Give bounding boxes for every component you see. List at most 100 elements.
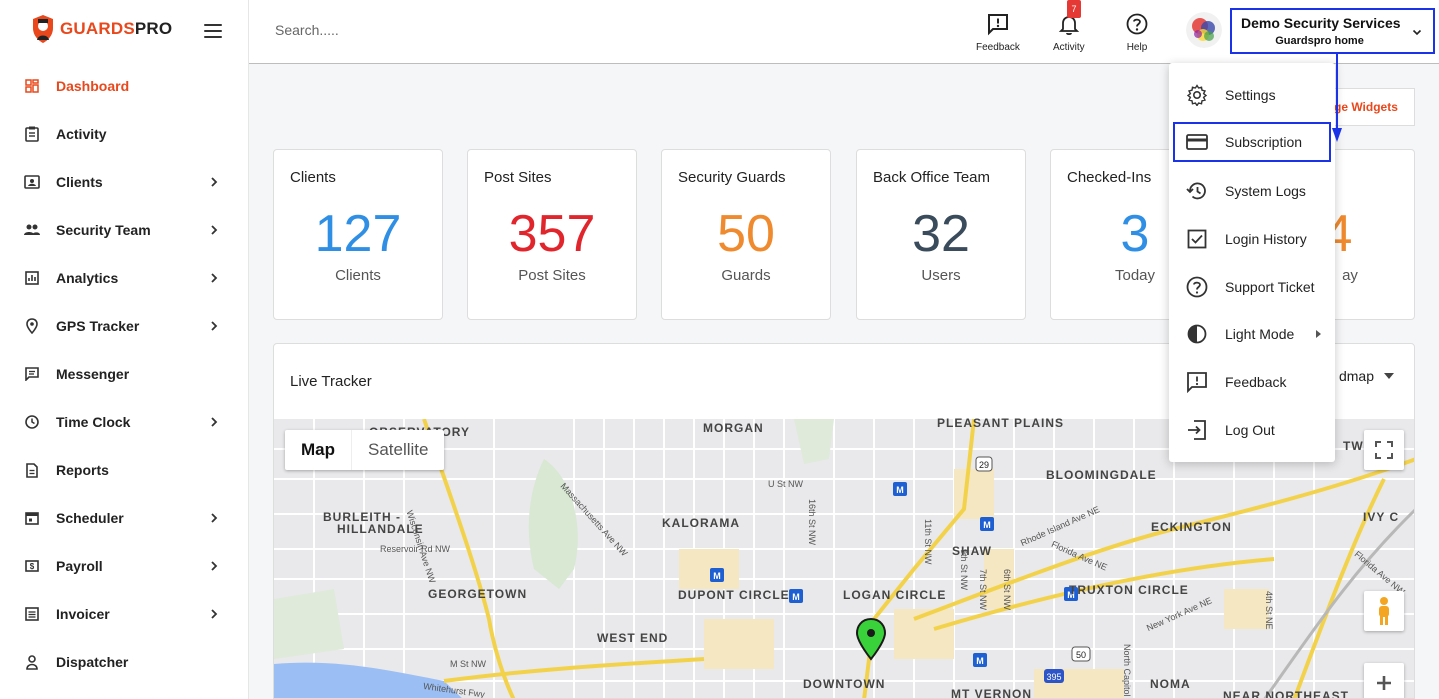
- help-button[interactable]: Help: [1125, 12, 1149, 53]
- stat-card-subtitle: Post Sites: [518, 267, 586, 284]
- sidebar-item-label: Scheduler: [56, 510, 124, 526]
- sidebar-item-reports[interactable]: Reports: [0, 446, 249, 494]
- sidebar-nav: Dashboard Activity Clients Security Team…: [0, 62, 249, 686]
- avatar[interactable]: [1186, 12, 1222, 48]
- sidebar-item-scheduler[interactable]: Scheduler: [0, 494, 249, 542]
- checkbox-icon: [1186, 228, 1208, 250]
- map-label: IVY C: [1363, 510, 1400, 524]
- stat-card-back-office-team[interactable]: Back Office Team 32 Users: [856, 149, 1026, 320]
- menu-item-label: Support Ticket: [1225, 279, 1315, 295]
- map-label: TRUXTON CIRCLE: [1069, 583, 1189, 597]
- menu-toggle-icon[interactable]: [204, 24, 222, 38]
- svg-text:$: $: [30, 562, 35, 571]
- activity-button[interactable]: 7 Activity: [1053, 0, 1085, 53]
- sidebar-item-analytics[interactable]: Analytics: [0, 254, 249, 302]
- menu-item-login-history[interactable]: Login History: [1169, 219, 1335, 259]
- feedback-icon: [1186, 371, 1208, 393]
- menu-item-support-ticket[interactable]: Support Ticket: [1169, 267, 1335, 307]
- menu-item-feedback[interactable]: Feedback: [1169, 362, 1335, 402]
- menu-item-light-mode[interactable]: Light Mode: [1169, 314, 1335, 354]
- sidebar-item-label: Activity: [56, 126, 107, 142]
- stat-card-subtitle: Clients: [335, 267, 381, 284]
- menu-item-label: Light Mode: [1225, 326, 1295, 342]
- stat-card-subtitle: Guards: [721, 267, 771, 284]
- sidebar-item-dispatcher[interactable]: Dispatcher: [0, 638, 249, 686]
- sidebar-item-dashboard[interactable]: Dashboard: [0, 62, 249, 110]
- sidebar-item-label: GPS Tracker: [56, 318, 140, 334]
- clock-icon: [24, 414, 40, 430]
- contrast-icon: [1186, 323, 1208, 345]
- person-icon: [24, 654, 40, 670]
- street-label: M St NW: [450, 659, 486, 669]
- svg-text:M: M: [983, 520, 991, 530]
- map-style-select[interactable]: dmap: [1339, 368, 1394, 384]
- activity-count-badge: 7: [1067, 0, 1081, 18]
- caret-right-icon: [1316, 330, 1321, 338]
- guard-badge-icon: [33, 15, 53, 43]
- stat-card-security-guards[interactable]: Security Guards 50 Guards: [661, 149, 831, 320]
- feedback-button[interactable]: Feedback: [976, 12, 1020, 53]
- sidebar-item-time-clock[interactable]: Time Clock: [0, 398, 249, 446]
- manage-widgets-button[interactable]: ge Widgets: [1326, 88, 1415, 126]
- street-label: North Capitol: [1122, 644, 1132, 697]
- search-input[interactable]: [275, 22, 575, 38]
- help-label: Help: [1126, 42, 1148, 53]
- fullscreen-button[interactable]: [1364, 430, 1404, 470]
- chevron-right-icon: [211, 225, 218, 235]
- sidebar-item-security-team[interactable]: Security Team: [0, 206, 249, 254]
- sidebar-item-messenger[interactable]: Messenger: [0, 350, 249, 398]
- sidebar-item-label: Security Team: [56, 222, 151, 238]
- sidebar-item-invoicer[interactable]: Invoicer: [0, 590, 249, 638]
- menu-item-subscription[interactable]: Subscription: [1173, 122, 1331, 162]
- sidebar-item-activity[interactable]: Activity: [0, 110, 249, 158]
- menu-item-log-out[interactable]: Log Out: [1169, 410, 1335, 450]
- zoom-in-button[interactable]: [1364, 663, 1404, 698]
- street-label: 16th St NW: [807, 499, 817, 546]
- menu-item-settings[interactable]: Settings: [1169, 75, 1335, 115]
- calendar-icon: [24, 510, 40, 526]
- map-type-map-button[interactable]: Map: [285, 430, 351, 470]
- street-label: 6th St NW: [1002, 569, 1012, 611]
- map-label: NOMA: [1150, 677, 1191, 691]
- stat-card-post-sites[interactable]: Post Sites 357 Post Sites: [467, 149, 637, 320]
- chat-icon: [24, 366, 40, 382]
- account-menu: Settings Subscription System Logs Login …: [1169, 63, 1335, 462]
- menu-item-system-logs[interactable]: System Logs: [1169, 171, 1335, 211]
- stat-card-title: Post Sites: [484, 169, 552, 186]
- chevron-right-icon: [211, 561, 218, 571]
- menu-item-label: Feedback: [1225, 374, 1287, 390]
- account-subtitle: Guardspro home: [1275, 35, 1364, 47]
- street-view-pegman[interactable]: [1364, 591, 1404, 631]
- chevron-right-icon: [211, 273, 218, 283]
- help-icon: [1126, 13, 1148, 35]
- sidebar-item-label: Clients: [56, 174, 103, 190]
- map-type-satellite-button[interactable]: Satellite: [351, 430, 444, 470]
- people-icon: [24, 222, 40, 238]
- map-label: LOGAN CIRCLE: [843, 588, 947, 602]
- sidebar-item-label: Dispatcher: [56, 654, 129, 670]
- stat-card-clients[interactable]: Clients 127 Clients: [273, 149, 443, 320]
- account-switcher[interactable]: Demo Security Services Guardspro home: [1230, 8, 1435, 54]
- stat-card-title: Checked-Ins: [1067, 169, 1152, 186]
- help-circle-icon: [1186, 276, 1208, 298]
- route-shield-395: 395: [1046, 672, 1061, 682]
- sidebar-item-label: Analytics: [56, 270, 119, 286]
- stat-card-value: 32: [912, 205, 970, 263]
- location-pin-icon: [24, 318, 40, 334]
- map-label: MORGAN: [703, 421, 764, 435]
- stat-card-title: Security Guards: [678, 169, 786, 186]
- sidebar-item-clients[interactable]: Clients: [0, 158, 249, 206]
- feedback-label: Feedback: [976, 42, 1020, 53]
- street-label: 7th St NW: [978, 569, 988, 611]
- sidebar-item-payroll[interactable]: $ Payroll: [0, 542, 249, 590]
- brand-logo[interactable]: GUARDSPRO: [32, 14, 172, 44]
- sidebar-item-gps-tracker[interactable]: GPS Tracker: [0, 302, 249, 350]
- chevron-down-icon: [1412, 29, 1422, 36]
- list-icon: [24, 606, 40, 622]
- map-label: MT VERNON: [951, 687, 1032, 699]
- sidebar-item-label: Payroll: [56, 558, 103, 574]
- plus-icon: [1377, 676, 1391, 690]
- account-name: Demo Security Services: [1241, 15, 1401, 31]
- map-label: GEORGETOWN: [428, 587, 528, 601]
- chevron-right-icon: [211, 417, 218, 427]
